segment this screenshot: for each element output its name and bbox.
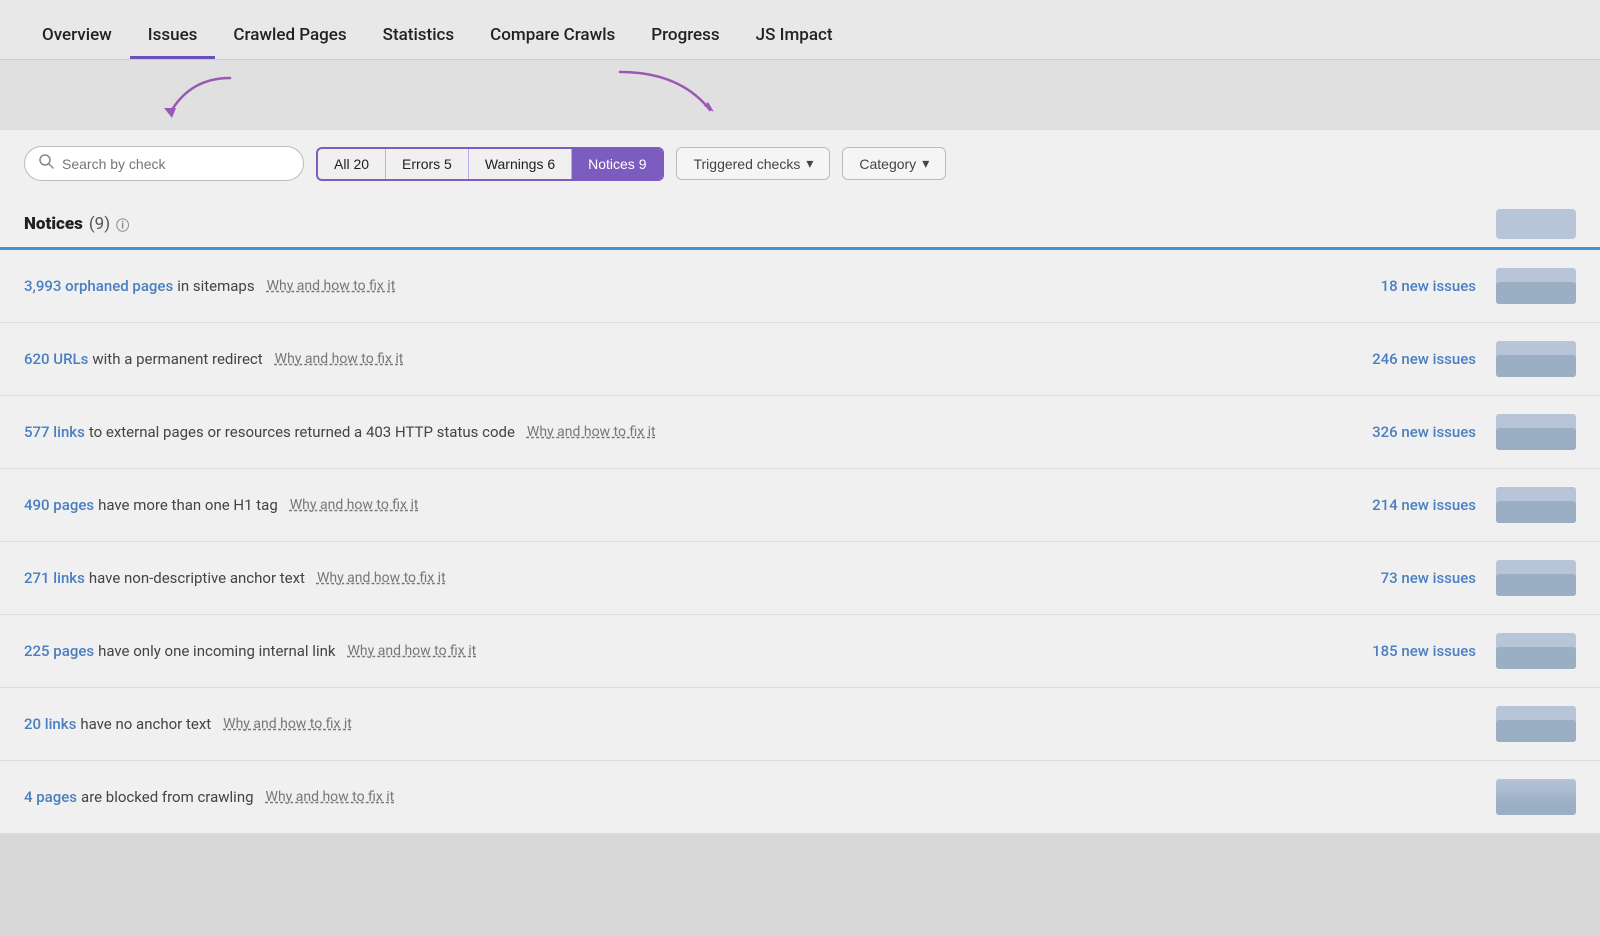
nav-compare-crawls[interactable]: Compare Crawls xyxy=(472,25,633,59)
new-issues-count: 18 new issues xyxy=(1346,277,1476,295)
issues-list: 3,993 orphaned pages in sitemaps Why and… xyxy=(0,250,1600,834)
issue-row: 3,993 orphaned pages in sitemaps Why and… xyxy=(0,250,1600,323)
section-count: (9) xyxy=(89,214,110,234)
mini-chart xyxy=(1496,341,1576,377)
new-issues-count: 185 new issues xyxy=(1346,642,1476,660)
issue-link[interactable]: 3,993 orphaned pages xyxy=(24,277,173,295)
mini-chart xyxy=(1496,633,1576,669)
issue-text: 577 links to external pages or resources… xyxy=(24,423,1338,441)
issue-text: 225 pages have only one incoming interna… xyxy=(24,642,1338,660)
new-issues-count: 326 new issues xyxy=(1346,423,1476,441)
issue-description: are blocked from crawling xyxy=(81,788,254,806)
nav-crawled-pages[interactable]: Crawled Pages xyxy=(215,25,364,59)
issue-row: 225 pages have only one incoming interna… xyxy=(0,615,1600,688)
top-nav: Overview Issues Crawled Pages Statistics… xyxy=(0,0,1600,60)
section-header: Notices (9) ⓘ xyxy=(0,197,1600,247)
new-issues-count: 246 new issues xyxy=(1346,350,1476,368)
nav-overview[interactable]: Overview xyxy=(24,25,130,59)
filter-bar: All 20 Errors 5 Warnings 6 Notices 9 Tri… xyxy=(0,130,1600,197)
nav-progress[interactable]: Progress xyxy=(633,25,737,59)
mini-chart xyxy=(1496,487,1576,523)
issue-link[interactable]: 225 pages xyxy=(24,642,94,660)
issue-description: with a permanent redirect xyxy=(92,350,262,368)
search-icon xyxy=(39,154,54,173)
issue-row: 271 links have non-descriptive anchor te… xyxy=(0,542,1600,615)
arrow-annotation-area xyxy=(0,60,1600,130)
mini-chart xyxy=(1496,268,1576,304)
issue-text: 4 pages are blocked from crawling Why an… xyxy=(24,788,1338,806)
main-content: All 20 Errors 5 Warnings 6 Notices 9 Tri… xyxy=(0,130,1600,834)
triggered-checks-label: Triggered checks xyxy=(693,156,800,172)
why-fix-link[interactable]: Why and how to fix it xyxy=(527,424,656,440)
mini-chart xyxy=(1496,414,1576,450)
tab-warnings[interactable]: Warnings 6 xyxy=(469,149,572,179)
issue-description: have only one incoming internal link xyxy=(98,642,335,660)
chevron-down-icon-2: ▾ xyxy=(922,155,929,172)
nav-js-impact[interactable]: JS Impact xyxy=(738,25,851,59)
section-title-text: Notices xyxy=(24,214,83,234)
category-label: Category xyxy=(859,156,916,172)
nav-issues[interactable]: Issues xyxy=(130,25,216,59)
category-dropdown[interactable]: Category ▾ xyxy=(842,147,946,180)
purple-arrow-left-icon xyxy=(150,68,270,128)
issue-row: 620 URLs with a permanent redirect Why a… xyxy=(0,323,1600,396)
issue-text: 3,993 orphaned pages in sitemaps Why and… xyxy=(24,277,1338,295)
section-action-button[interactable] xyxy=(1496,209,1576,239)
nav-statistics[interactable]: Statistics xyxy=(365,25,472,59)
section-title-group: Notices (9) ⓘ xyxy=(24,214,129,234)
issue-link[interactable]: 20 links xyxy=(24,715,76,733)
why-fix-link[interactable]: Why and how to fix it xyxy=(317,570,446,586)
filter-tabs: All 20 Errors 5 Warnings 6 Notices 9 xyxy=(316,147,664,181)
why-fix-link[interactable]: Why and how to fix it xyxy=(290,497,419,513)
issue-row: 4 pages are blocked from crawling Why an… xyxy=(0,761,1600,834)
why-fix-link[interactable]: Why and how to fix it xyxy=(348,643,477,659)
issue-description: in sitemaps xyxy=(177,277,254,295)
mini-chart xyxy=(1496,560,1576,596)
chevron-down-icon: ▾ xyxy=(806,155,813,172)
issue-link[interactable]: 4 pages xyxy=(24,788,77,806)
mini-chart xyxy=(1496,706,1576,742)
issue-link[interactable]: 620 URLs xyxy=(24,350,88,368)
issue-description: have non-descriptive anchor text xyxy=(89,569,305,587)
why-fix-link[interactable]: Why and how to fix it xyxy=(267,278,396,294)
issue-text: 620 URLs with a permanent redirect Why a… xyxy=(24,350,1338,368)
tab-errors[interactable]: Errors 5 xyxy=(386,149,469,179)
info-icon[interactable]: ⓘ xyxy=(116,215,129,234)
issue-link[interactable]: 271 links xyxy=(24,569,85,587)
issue-text: 490 pages have more than one H1 tag Why … xyxy=(24,496,1338,514)
search-input[interactable] xyxy=(62,156,262,172)
new-issues-count: 214 new issues xyxy=(1346,496,1476,514)
mini-chart xyxy=(1496,779,1576,815)
issue-link[interactable]: 490 pages xyxy=(24,496,94,514)
why-fix-link[interactable]: Why and how to fix it xyxy=(266,789,395,805)
issue-link[interactable]: 577 links xyxy=(24,423,85,441)
issue-text: 271 links have non-descriptive anchor te… xyxy=(24,569,1338,587)
why-fix-link[interactable]: Why and how to fix it xyxy=(275,351,404,367)
issue-row: 20 links have no anchor text Why and how… xyxy=(0,688,1600,761)
issue-text: 20 links have no anchor text Why and how… xyxy=(24,715,1338,733)
new-issues-count: 73 new issues xyxy=(1346,569,1476,587)
tab-all[interactable]: All 20 xyxy=(318,149,386,179)
issue-description: to external pages or resources returned … xyxy=(89,423,515,441)
triggered-checks-dropdown[interactable]: Triggered checks ▾ xyxy=(676,147,830,180)
tab-notices[interactable]: Notices 9 xyxy=(572,149,662,179)
issue-description: have no anchor text xyxy=(80,715,211,733)
purple-arrow-right-icon xyxy=(600,62,740,127)
issue-row: 490 pages have more than one H1 tag Why … xyxy=(0,469,1600,542)
issue-row: 577 links to external pages or resources… xyxy=(0,396,1600,469)
issue-description: have more than one H1 tag xyxy=(98,496,278,514)
search-box[interactable] xyxy=(24,146,304,181)
why-fix-link[interactable]: Why and how to fix it xyxy=(223,716,352,732)
